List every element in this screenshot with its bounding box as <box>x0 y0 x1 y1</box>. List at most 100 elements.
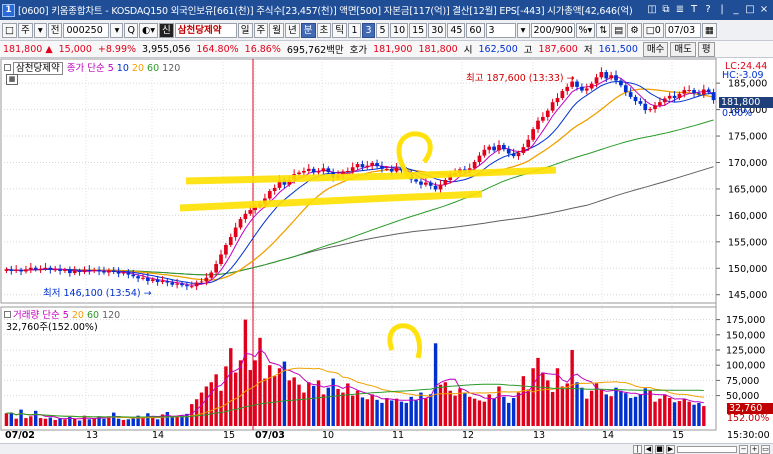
period-button-11[interactable]: 15 <box>409 22 428 38</box>
candle-body <box>502 145 506 150</box>
candle-body <box>267 191 272 199</box>
candle-body <box>389 168 394 172</box>
calendar-icon[interactable]: ▦ <box>701 22 717 38</box>
date-input[interactable]: 07/03 <box>664 22 701 38</box>
legend-box-icon[interactable] <box>4 64 11 71</box>
period-button-8[interactable]: 3 <box>362 22 376 38</box>
period-button-10[interactable]: 10 <box>390 22 409 38</box>
code-dropdown-icon[interactable]: ▾ <box>110 22 124 38</box>
candle-body <box>531 129 535 140</box>
period-button-2[interactable]: 월 <box>269 22 285 38</box>
period-button-1[interactable]: 주 <box>253 22 269 38</box>
percent-icon[interactable]: %▾ <box>575 22 596 38</box>
candle-body <box>233 227 238 238</box>
interval-dropdown-icon[interactable]: ▾ <box>516 22 530 38</box>
period-button-9[interactable]: 5 <box>376 22 390 38</box>
layout-icon[interactable]: □ <box>2 22 17 38</box>
candle-body <box>555 97 560 103</box>
volume-ratio: 164.80% <box>196 43 239 55</box>
volume-bar <box>302 392 306 426</box>
period-button-13[interactable]: 45 <box>447 22 466 38</box>
chart-canvas[interactable]: 145,000 150,000 155,000 160,000 165,000 170,0… <box>0 58 773 444</box>
zoom-in-icon[interactable]: + <box>750 444 759 454</box>
market-select[interactable]: 주 <box>17 22 33 38</box>
candle-body <box>580 86 584 91</box>
volume-bar <box>438 384 443 426</box>
volume-bar <box>619 390 623 426</box>
count-field[interactable]: 200/900 <box>530 22 575 38</box>
volume-bar <box>370 394 374 426</box>
avg-button[interactable]: 평 <box>697 41 715 57</box>
date-checkbox[interactable]: □0 <box>642 22 664 38</box>
period-button-5[interactable]: 초 <box>316 22 332 38</box>
volume-bar <box>526 389 530 426</box>
chart-scrollbar[interactable]: |◀ ◀ ■ ▶ − + ▭ <box>0 443 773 454</box>
market-dropdown-icon[interactable]: ▾ <box>33 22 47 38</box>
period-button-0[interactable]: 일 <box>237 22 253 38</box>
time-label: 13 <box>533 430 546 441</box>
legend-box-icon[interactable] <box>4 311 11 318</box>
volume-bar <box>165 412 170 426</box>
volume-bar <box>389 400 394 426</box>
period-button-3[interactable]: 년 <box>285 22 300 38</box>
candle-body <box>589 83 594 89</box>
candle-body <box>4 269 9 271</box>
scroll-first-icon[interactable]: |◀ <box>633 444 642 454</box>
search-icon[interactable]: Q <box>124 22 138 38</box>
candle-body <box>492 146 496 151</box>
candle-body <box>345 170 350 172</box>
candle-body <box>643 103 648 111</box>
candle-body <box>87 269 92 271</box>
candle-body <box>131 274 136 277</box>
settings-icon[interactable]: ⚙ <box>627 22 642 38</box>
volume-ma20-line <box>6 367 704 419</box>
period-button-4[interactable]: 분 <box>300 22 316 38</box>
window-control-8-icon[interactable]: × <box>757 3 771 17</box>
time-label: 15 <box>672 430 685 441</box>
period-button-6[interactable]: 틱 <box>332 22 348 38</box>
volume-bar <box>102 418 106 426</box>
sell-button[interactable]: 매도 <box>670 41 696 57</box>
history-icon[interactable]: ◐▾ <box>138 22 159 38</box>
period-button-14[interactable]: 60 <box>466 22 485 38</box>
stock-name-field[interactable]: 삼천당제약 <box>174 22 237 38</box>
legend-stock-name[interactable]: 삼천당제약 <box>13 62 63 75</box>
zoom-out-icon[interactable]: − <box>739 444 748 454</box>
window-control-3-icon[interactable]: T <box>687 3 701 17</box>
window-control-0-icon[interactable]: ◫ <box>645 3 659 17</box>
time-label: 11 <box>392 430 405 441</box>
window-control-6-icon[interactable]: _ <box>729 3 743 17</box>
candle-body <box>194 282 199 287</box>
buy-button[interactable]: 매수 <box>642 41 669 57</box>
window-control-4-icon[interactable]: ? <box>701 3 715 17</box>
scroll-track[interactable] <box>677 445 737 453</box>
candle-body <box>472 161 477 169</box>
window-control-1-icon[interactable]: ⧉ <box>659 3 673 17</box>
price-panel-frame <box>0 58 717 304</box>
calculator-icon[interactable]: ▦ <box>6 74 18 85</box>
interval-input[interactable]: 3 <box>485 22 516 38</box>
scroll-stop-icon[interactable]: ■ <box>655 444 664 454</box>
window-control-2-icon[interactable]: ≣ <box>673 3 687 17</box>
open-price: 162,500 <box>478 43 518 55</box>
volume-bar <box>448 390 452 426</box>
legend-ma10: 10 <box>116 63 129 74</box>
scroll-prev-icon[interactable]: ◀ <box>644 444 653 454</box>
price-tick-label: 175,000 <box>728 132 767 143</box>
window-control-5-icon[interactable]: | <box>715 3 729 17</box>
window-control-7-icon[interactable]: □ <box>743 3 757 17</box>
stock-code-input[interactable]: 000250 <box>63 22 110 38</box>
sort-icon[interactable]: ⇅ <box>596 22 611 38</box>
save-icon[interactable]: ▤ <box>611 22 627 38</box>
chart-area[interactable]: 145,000 150,000 155,000 160,000 165,000 170,0… <box>0 58 773 444</box>
current-pct-tag: 0.00% <box>722 108 753 119</box>
volume-tick-label: 175,000 <box>726 315 765 326</box>
candle-body <box>521 147 526 153</box>
scroll-next-icon[interactable]: ▶ <box>666 444 675 454</box>
candle-body <box>48 267 53 270</box>
candle-body <box>506 149 511 154</box>
all-button[interactable]: 전 <box>47 22 63 38</box>
fit-icon[interactable]: ▭ <box>761 444 770 454</box>
period-button-7[interactable]: 1 <box>348 22 362 38</box>
period-button-12[interactable]: 30 <box>428 22 447 38</box>
